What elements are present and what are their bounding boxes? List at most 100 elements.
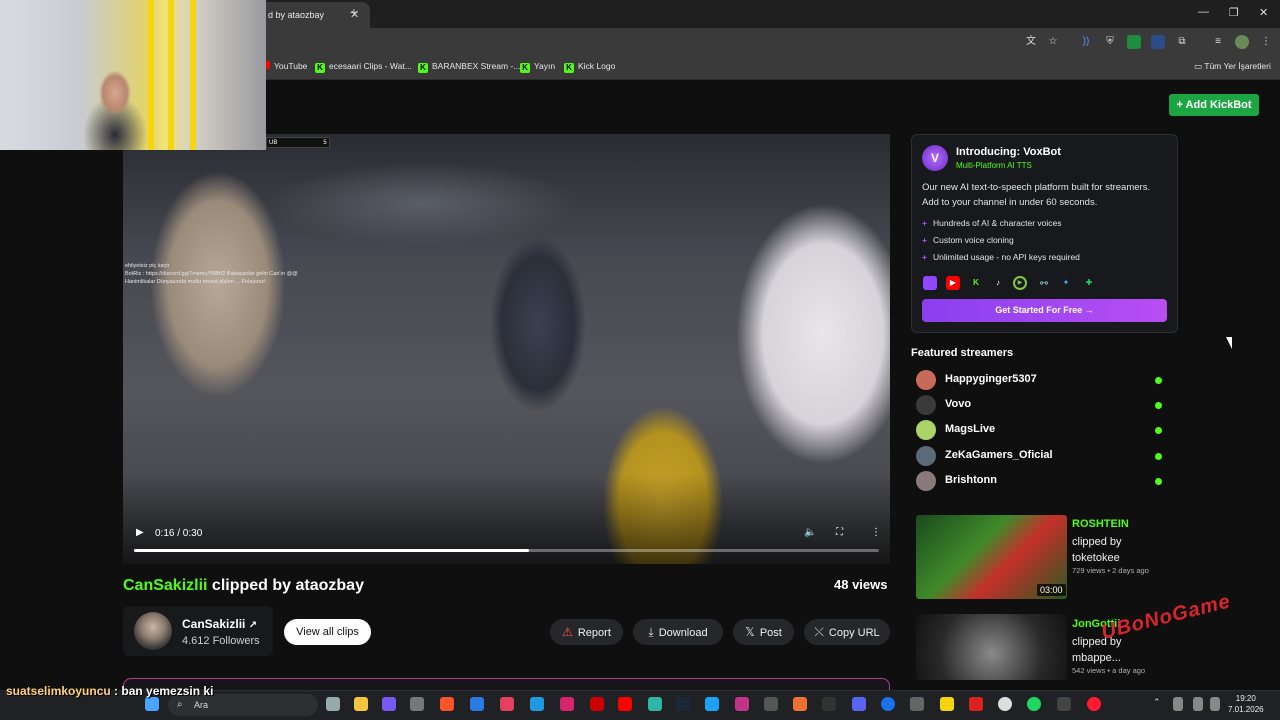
youtube-icon[interactable]: [618, 697, 632, 711]
plus-icon: +: [922, 235, 927, 245]
app-icon[interactable]: [793, 697, 807, 711]
microphone-icon[interactable]: [1173, 697, 1183, 711]
avatar[interactable]: [134, 612, 172, 650]
app-icon[interactable]: [1057, 697, 1071, 711]
video-progress-fill: [134, 549, 529, 552]
x-icon: 𝕏: [745, 625, 755, 639]
twitch-icon: [923, 276, 937, 290]
app-icon[interactable]: [705, 697, 719, 711]
edge-icon[interactable]: [530, 697, 544, 711]
featured-streamer-row[interactable]: Brishtonn: [916, 471, 1166, 491]
app-icon[interactable]: [500, 697, 514, 711]
app-icon[interactable]: [940, 697, 954, 711]
view-all-clips-button[interactable]: View all clips: [284, 619, 371, 645]
related-clip-thumbnail[interactable]: [916, 614, 1067, 680]
featured-streamer-row[interactable]: Happyginger5307: [916, 370, 1166, 390]
app-icon[interactable]: [590, 697, 604, 711]
bookmark-kick-logo[interactable]: K Kick Logo: [564, 61, 615, 73]
avatar: [916, 446, 936, 466]
store-icon[interactable]: [470, 697, 484, 711]
extension-icon[interactable]: )): [1079, 35, 1093, 49]
instagram-icon[interactable]: [735, 697, 749, 711]
opera-icon[interactable]: [1087, 697, 1101, 711]
brave-icon[interactable]: [440, 697, 454, 711]
featured-streamer-row[interactable]: Vovo: [916, 395, 1166, 415]
app-icon[interactable]: [410, 697, 424, 711]
add-kickbot-button[interactable]: + Add KickBot: [1169, 94, 1259, 116]
all-bookmarks[interactable]: ▭ Tüm Yer İşaretleri: [1194, 61, 1271, 72]
creator-name[interactable]: CanSakizlii ↗: [182, 617, 257, 631]
mouse-cursor-icon: [1226, 337, 1232, 349]
translate-icon[interactable]: 文: [1024, 35, 1038, 49]
play-icon[interactable]: ▶: [136, 527, 144, 538]
restore-icon[interactable]: ❐: [1229, 6, 1239, 19]
share-icon: ⤬: [814, 625, 824, 639]
warning-icon: ⚠: [562, 625, 573, 639]
bookmark-star-icon[interactable]: ☆: [1046, 35, 1060, 49]
tiktok-icon: ♪: [996, 278, 1000, 287]
copy-url-button[interactable]: ⤬ Copy URL: [804, 619, 890, 645]
avatar: [916, 395, 936, 415]
app-icon[interactable]: [764, 697, 778, 711]
app-icon[interactable]: [382, 697, 396, 711]
volume-icon[interactable]: 🔈: [804, 527, 816, 538]
app-icon[interactable]: [648, 697, 662, 711]
chrome-icon[interactable]: [881, 697, 895, 711]
related-clip-streamer[interactable]: ROSHTEIN: [1072, 518, 1129, 530]
bookmark-youtube[interactable]: YouTube: [260, 61, 307, 71]
featured-streamer-row[interactable]: ZeKaGamers_Oficial: [916, 446, 1166, 466]
reading-list-icon[interactable]: ≡: [1211, 35, 1225, 49]
puzzle-icon[interactable]: ⧉: [1175, 35, 1189, 49]
close-window-icon[interactable]: ✕: [1259, 6, 1268, 19]
get-started-button[interactable]: Get Started For Free →: [922, 299, 1167, 322]
epic-games-icon[interactable]: [822, 697, 836, 711]
webcam-curtain-stripe: [168, 0, 174, 150]
featured-streamer-row[interactable]: MagsLive: [916, 420, 1166, 440]
minimize-icon[interactable]: —: [1198, 6, 1209, 18]
video-player[interactable]: ehliyetsiz piç kaçtı BotRix : https://di…: [123, 134, 890, 564]
bookmark-baranbex[interactable]: K BARANBEX Stream -...: [418, 61, 520, 73]
yandex-icon[interactable]: [998, 697, 1012, 711]
taskbar-clock[interactable]: 19:20 7.01.2026: [1228, 693, 1264, 715]
video-progress-bar[interactable]: [134, 549, 879, 552]
network-icon[interactable]: [1193, 697, 1203, 711]
chevron-up-icon[interactable]: ⌃: [1153, 697, 1163, 711]
windows-start-icon[interactable]: [145, 697, 159, 711]
task-view-icon[interactable]: [326, 697, 340, 711]
avatar: [916, 420, 936, 440]
webcam-tag: UB 5: [266, 137, 330, 148]
more-options-icon[interactable]: ⋮: [871, 527, 881, 538]
shield-icon[interactable]: ⛨: [1103, 35, 1117, 49]
file-explorer-icon[interactable]: [354, 697, 368, 711]
discord-icon[interactable]: [852, 697, 866, 711]
plus-icon: +: [922, 218, 927, 228]
menu-kebab-icon[interactable]: ⋮: [1259, 35, 1273, 49]
voxbot-subtitle: Multi-Platform AI TTS: [956, 161, 1032, 170]
overlay-line: ehliyetsiz piç kaçtı: [125, 263, 170, 269]
volume-icon[interactable]: [1210, 697, 1220, 711]
report-button[interactable]: ⚠ Report: [550, 619, 623, 645]
app-icon[interactable]: [910, 697, 924, 711]
clip-streamer-link[interactable]: CanSakizlii: [123, 577, 207, 594]
extension-green-icon[interactable]: [1127, 35, 1141, 49]
post-button[interactable]: 𝕏 Post: [733, 619, 794, 645]
external-link-icon: ↗: [248, 620, 258, 631]
kick-icon: K: [418, 63, 428, 73]
extension-blue-icon[interactable]: [1151, 35, 1165, 49]
video-time: 0:16 / 0:30: [155, 528, 203, 539]
bot-icon: ✦: [1062, 278, 1070, 287]
steam-icon[interactable]: [676, 697, 690, 711]
bookmark-yayin[interactable]: K Yayın: [520, 61, 555, 73]
download-button[interactable]: ⤓ Download: [633, 619, 723, 645]
profile-avatar-icon[interactable]: [1235, 35, 1249, 49]
app-icon[interactable]: [560, 697, 574, 711]
link-icon: ⧟: [1040, 278, 1048, 287]
fullscreen-icon[interactable]: ⛶: [836, 527, 843, 538]
app-icon[interactable]: [969, 697, 983, 711]
voxbot-description: Our new AI text-to-speech platform built…: [922, 182, 1151, 208]
folder-icon: ▭: [1194, 61, 1205, 71]
spotify-icon[interactable]: [1027, 697, 1041, 711]
new-tab-icon[interactable]: +: [346, 4, 362, 20]
bookmark-ecesaari[interactable]: Kecesaari Clips - Wat...: [315, 61, 412, 73]
live-indicator: [1155, 478, 1162, 485]
